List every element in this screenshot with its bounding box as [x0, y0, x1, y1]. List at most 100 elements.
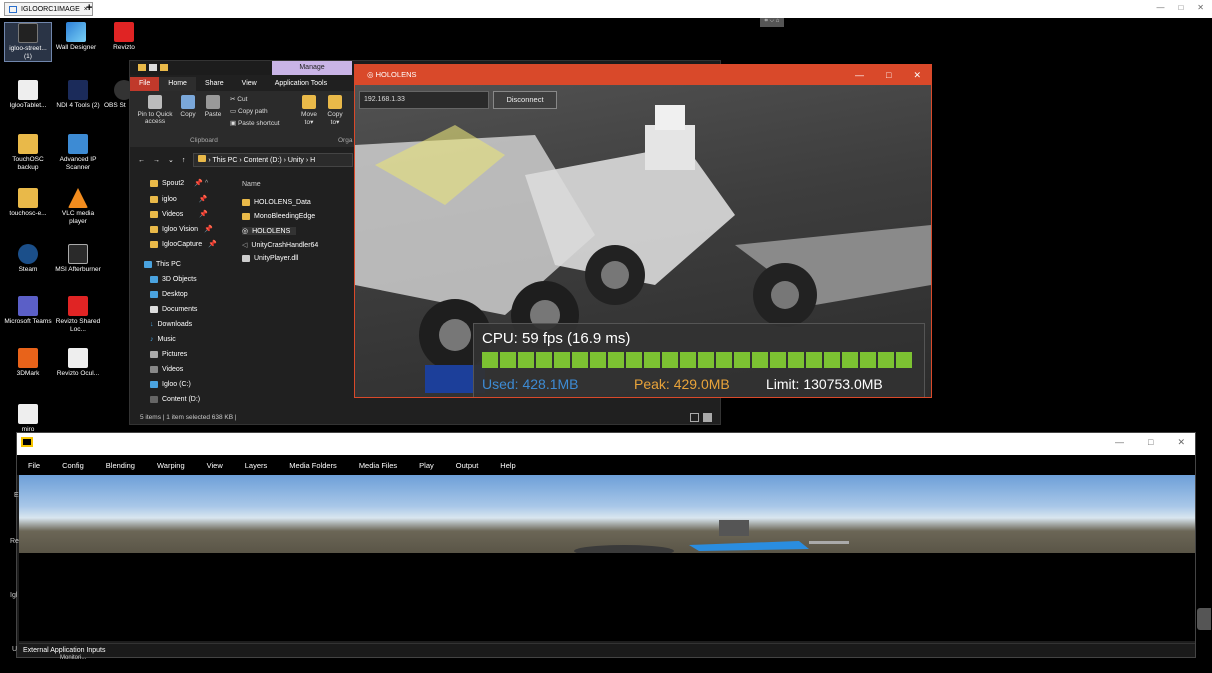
column-header-name[interactable]: Name [242, 181, 261, 188]
panorama-preview[interactable] [19, 475, 1195, 553]
move-to-button[interactable]: Move to▾ [298, 95, 320, 126]
menu-layers[interactable]: Layers [234, 461, 279, 470]
nav-item-music[interactable]: ♪ Music [150, 336, 176, 343]
desktop-icon-igloo-street[interactable]: igloo-street... (1) [4, 22, 52, 62]
nav-item-3d-objects[interactable]: 3D Objects [150, 276, 197, 283]
desktop-icon-label: touchosc-e... [9, 210, 47, 217]
desktop-icon-iglootablet[interactable]: IglooTablet... [4, 80, 52, 110]
nav-item-pictures[interactable]: Pictures [150, 351, 187, 358]
desktop-icon-ndi-tools[interactable]: NDI 4 Tools (2) [54, 80, 102, 110]
nav-item-igloo-c[interactable]: Igloo (C:) [150, 381, 191, 388]
desktop-icon-steam[interactable]: Steam [4, 244, 52, 274]
tab-view[interactable]: View [233, 77, 266, 91]
copy-button[interactable]: Copy [178, 95, 198, 118]
desktop-icon-revizto-ocul[interactable]: Revizto Ocul... [54, 348, 102, 378]
nav-item-documents[interactable]: Documents [150, 306, 197, 313]
desktop-icon-wall-designer[interactable]: Wall Designer [52, 22, 100, 52]
menu-file[interactable]: File [17, 461, 51, 470]
file-monobleedingedge[interactable]: MonoBleedingEdge [242, 213, 315, 220]
minimize-button[interactable]: — [1115, 437, 1124, 448]
tab-file[interactable]: File [130, 77, 160, 91]
desktop-icon-3dmark[interactable]: 3DMark [4, 348, 52, 378]
forward-arrow-icon[interactable]: → [153, 157, 160, 164]
nav-item-content-d[interactable]: Content (D:) [150, 396, 200, 403]
desktop-icon-revizto[interactable]: Revizto [100, 22, 148, 52]
folder-icon [198, 155, 207, 162]
desktop-icon-revizto-shared[interactable]: Revizto Shared Loc... [54, 296, 102, 334]
nav-item-igloocapture[interactable]: IglooCapture 📌 [150, 240, 217, 248]
tab-manage[interactable]: Manage [272, 61, 352, 75]
file-hololens-data[interactable]: HOLOLENS_Data [242, 199, 311, 206]
maximize-button[interactable]: □ [1178, 3, 1183, 12]
disconnect-button[interactable]: Disconnect [493, 91, 557, 109]
desktop-edge-label: Re [10, 538, 19, 545]
nav-item-igloo-vision[interactable]: Igloo Vision 📌 [150, 225, 213, 233]
close-button[interactable]: ✕ [1177, 437, 1185, 448]
file-unityplayer-dll[interactable]: UnityPlayer.dll [242, 255, 298, 262]
menu-media-files[interactable]: Media Files [348, 461, 408, 470]
desktop-icon-advanced-ip[interactable]: Advanced IP Scanner [54, 134, 102, 172]
desktop-icon-touchosc-e[interactable]: touchosc-e... [4, 188, 52, 218]
copy-path-button[interactable]: ▭ Copy path [230, 107, 268, 115]
back-arrow-icon[interactable]: ← [138, 157, 145, 164]
menu-blending[interactable]: Blending [95, 461, 146, 470]
minimize-button[interactable]: — [855, 65, 864, 85]
menu-help[interactable]: Help [489, 461, 526, 470]
desktop-icon-teams[interactable]: Microsoft Teams [4, 296, 52, 326]
remote-toolbar[interactable]: ⌗ ⌵ ⌂ [760, 18, 784, 27]
tab-home[interactable]: Home [159, 77, 196, 91]
remote-side-handle[interactable] [1197, 608, 1211, 630]
minimize-button[interactable]: — [1156, 3, 1164, 12]
file-unitycrashhandler[interactable]: ◁ UnityCrashHandler64 [242, 241, 318, 250]
details-view-icon[interactable] [690, 413, 699, 422]
desktop-icon-obs[interactable]: OBS St [104, 80, 130, 110]
desktop-icon-touchosc-backup[interactable]: TouchOSC backup [4, 134, 52, 172]
tab-application-tools[interactable]: Application Tools [266, 77, 336, 91]
menu-play[interactable]: Play [408, 461, 445, 470]
cpu-bar-segment [482, 352, 498, 368]
address-bar[interactable]: › This PC › Content (D:) › Unity › H [193, 153, 354, 167]
file-name: MonoBleedingEdge [254, 213, 316, 220]
igloo-logo-icon [21, 437, 33, 447]
paste-shortcut-button[interactable]: ▣ Paste shortcut [230, 119, 280, 127]
nav-item-videos[interactable]: Videos [150, 366, 183, 373]
copy-to-button[interactable]: Copy to▾ [324, 95, 346, 126]
menu-warping[interactable]: Warping [146, 461, 196, 470]
chevron-down-icon[interactable]: ⌄ [168, 156, 174, 164]
revizto-icon [68, 348, 88, 368]
nav-item-desktop[interactable]: Desktop [150, 291, 188, 298]
close-button[interactable]: ✕ [913, 65, 921, 85]
paste-button[interactable]: Paste [202, 95, 224, 118]
msi-icon [68, 244, 88, 264]
menu-config[interactable]: Config [51, 461, 95, 470]
close-button[interactable]: ✕ [1197, 3, 1204, 12]
ip-address-input[interactable]: 192.168.1.33 [359, 91, 489, 109]
cpu-bar-segment [536, 352, 552, 368]
browser-tab[interactable]: IGLOORC1IMAGE × [4, 2, 93, 16]
nav-item-videos-pinned[interactable]: Videos 📌 [150, 210, 208, 218]
cut-button[interactable]: ✂ Cut [230, 95, 247, 103]
nav-item-spout2[interactable]: Spout2 📌 ^ [150, 179, 208, 187]
tab-share[interactable]: Share [196, 77, 233, 91]
maximize-button[interactable]: □ [1148, 437, 1153, 448]
nav-item-this-pc[interactable]: This PC [144, 261, 181, 268]
view-toggle[interactable] [690, 413, 712, 422]
desktop-icon-msi-afterburner[interactable]: MSI Afterburner [54, 244, 102, 274]
up-arrow-icon[interactable]: ↑ [182, 157, 186, 164]
new-tab-button[interactable]: + [86, 2, 92, 14]
maximize-button[interactable]: □ [886, 65, 891, 85]
menu-media-folders[interactable]: Media Folders [278, 461, 348, 470]
desktop-icon-miro[interactable]: miro [4, 404, 52, 434]
desktop-icon-label: igloo-street... (1) [9, 45, 47, 60]
quick-access-toolbar[interactable] [138, 64, 168, 71]
nav-item-downloads[interactable]: ↓ Downloads [150, 321, 192, 328]
nav-item-igloo[interactable]: igloo 📌 [150, 195, 208, 203]
external-application-inputs-panel[interactable]: External Application Inputs [19, 643, 1195, 657]
3d-viewport[interactable]: 192.168.1.33 Disconnect CPU: 59 fps (16.… [355, 85, 931, 397]
file-hololens-exe[interactable]: ◎ HOLOLENS [242, 227, 297, 235]
desktop-icon-vlc[interactable]: VLC media player [54, 188, 102, 226]
menu-view[interactable]: View [196, 461, 234, 470]
menu-output[interactable]: Output [445, 461, 490, 470]
tiles-view-icon[interactable] [703, 413, 712, 422]
pin-quick-access-button[interactable]: Pin to Quick access [134, 95, 176, 125]
